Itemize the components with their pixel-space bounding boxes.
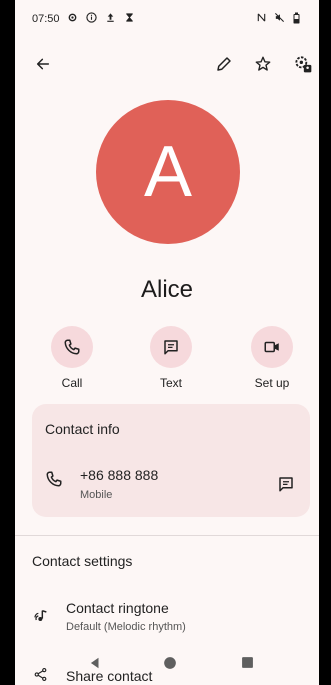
ringtone-icon [33, 608, 49, 629]
call-label: Call [61, 376, 83, 390]
ringtone-value: Default (Melodic rhythm) [66, 621, 186, 633]
favorite-button[interactable] [249, 50, 277, 78]
edit-icon [217, 57, 231, 71]
contact-settings-icon [295, 56, 312, 73]
system-navigation-bar [15, 650, 319, 680]
edit-button[interactable] [210, 50, 238, 78]
contact-settings-button[interactable] [289, 50, 317, 78]
contact-ringtone-row[interactable]: Contact ringtone Default (Melodic rhythm… [15, 595, 319, 640]
hourglass-icon [124, 12, 135, 26]
nav-home-button[interactable] [163, 656, 177, 675]
info-icon [86, 12, 97, 26]
star-icon [255, 56, 271, 71]
set-up-label: Set up [254, 376, 290, 390]
video-setup-action[interactable]: Set up [237, 326, 307, 390]
video-icon [264, 341, 279, 353]
contact-info-title: Contact info [45, 421, 120, 437]
contact-settings-title: Contact settings [32, 553, 133, 569]
phone-number-icon [45, 470, 63, 493]
text-action[interactable]: Text [136, 326, 206, 390]
message-icon [279, 477, 293, 492]
contact-avatar: A [96, 100, 240, 244]
contact-info-card: Contact info +86 888 888 Mobile [32, 404, 310, 517]
video-setup-button[interactable] [251, 326, 293, 368]
status-bar: 07:50 [15, 0, 319, 36]
section-divider [15, 535, 319, 536]
nav-back-icon [90, 657, 99, 669]
nav-recents-icon [242, 657, 253, 668]
text-label: Text [159, 376, 182, 390]
phone-number-type: Mobile [80, 489, 113, 501]
avatar-initial: A [143, 132, 193, 212]
back-button[interactable] [29, 50, 57, 78]
nav-recents-button[interactable] [241, 656, 254, 674]
status-time: 07:50 [32, 13, 60, 25]
call-button[interactable] [51, 326, 93, 368]
nfc-icon [256, 12, 267, 26]
message-number-button[interactable] [274, 472, 298, 496]
battery-icon [292, 12, 301, 27]
text-button[interactable] [150, 326, 192, 368]
call-action[interactable]: Call [37, 326, 107, 390]
back-arrow-icon [36, 58, 50, 70]
ringtone-title: Contact ringtone [66, 600, 169, 616]
nav-home-icon [164, 657, 176, 669]
upload-icon [105, 12, 116, 26]
mute-icon [274, 12, 285, 26]
message-icon [164, 340, 178, 355]
contact-name: Alice [140, 276, 194, 303]
contact-detail-screen: 07:50 A Alice Call Text Set up Contact i… [15, 0, 319, 685]
settings-icon [67, 12, 78, 26]
nav-back-button[interactable] [88, 656, 102, 675]
phone-icon [64, 339, 80, 355]
phone-number[interactable]: +86 888 888 [80, 467, 158, 483]
